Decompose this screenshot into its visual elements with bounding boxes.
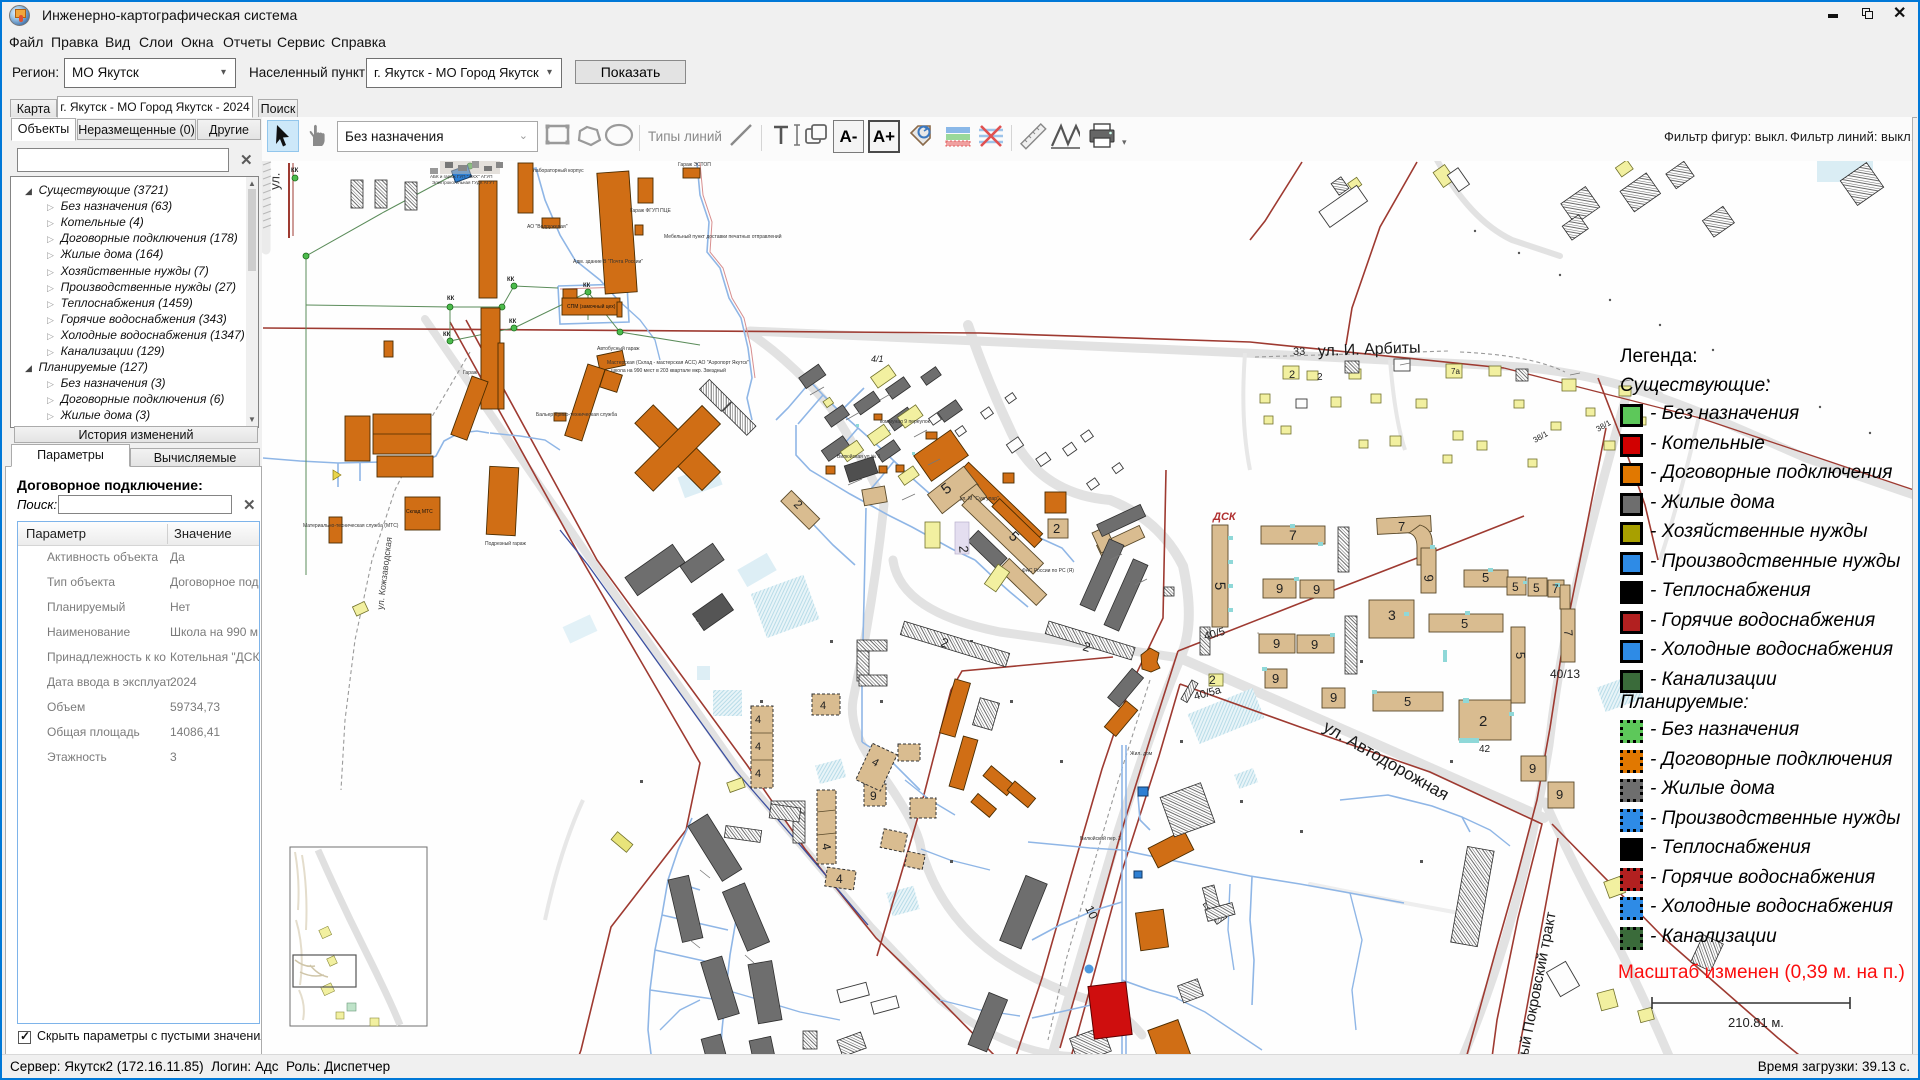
svg-text:Подрезный гараж: Подрезный гараж <box>485 540 527 547</box>
svg-text:4: 4 <box>755 714 761 726</box>
svg-text:КК: КК <box>509 319 517 325</box>
svg-text:3: 3 <box>1388 607 1396 623</box>
svg-text:5: 5 <box>1404 694 1411 709</box>
svg-text:4: 4 <box>755 768 761 780</box>
svg-text:школа на 990 мест в 203 кварта: школа на 990 мест в 203 квартале мкр. Зв… <box>611 367 726 374</box>
svg-text:7: 7 <box>1552 582 1559 596</box>
svg-text:9: 9 <box>1276 581 1283 596</box>
svg-text:5: 5 <box>1461 616 1468 631</box>
svg-text:9: 9 <box>1311 637 1318 652</box>
svg-text:7: 7 <box>1289 527 1297 543</box>
svg-text:Электрокотельная ГУДК АГУТ: Электрокотельная ГУДК АГУТ <box>432 180 495 185</box>
svg-text:Мебельный пункт доставки печат: Мебельный пункт доставки печатных отправ… <box>664 233 782 240</box>
svg-text:2: 2 <box>1289 369 1295 381</box>
svg-text:КК: КК <box>443 332 451 338</box>
svg-text:Вилюйская ул № 1: Вилюйская ул № 1 <box>837 453 881 460</box>
svg-text:2: 2 <box>1053 521 1060 536</box>
svg-text:Гараж: Гараж <box>463 370 478 376</box>
svg-text:7: 7 <box>1398 519 1405 534</box>
svg-text:Автобусный гараж: Автобусный гараж <box>597 345 640 352</box>
svg-text:210.81 м.: 210.81 м. <box>1728 1015 1784 1030</box>
svg-text:2: 2 <box>956 545 972 554</box>
svg-text:КК: КК <box>447 296 455 302</box>
svg-text:АО "Водружевая": АО "Водружевая" <box>527 224 568 230</box>
svg-text:Вилюйский пер. 3: Вилюйский пер. 3 <box>1080 835 1121 842</box>
svg-text:Мастерская (Склад - мастерская: Мастерская (Склад - мастерская АСС) АО "… <box>607 360 749 366</box>
svg-text:9: 9 <box>1529 761 1536 776</box>
svg-text:СПМ (замочный цех): СПМ (замочный цех) <box>567 303 616 310</box>
svg-text:Гараж ЭСТОП: Гараж ЭСТОП <box>678 162 711 168</box>
svg-text:лабораторный корпус: лабораторный корпус <box>533 167 584 174</box>
svg-text:4/1: 4/1 <box>871 354 884 364</box>
svg-text:9: 9 <box>1273 636 1280 651</box>
svg-text:5: 5 <box>1482 570 1489 585</box>
svg-text:9: 9 <box>870 789 877 803</box>
svg-text:КК: КК <box>291 168 299 174</box>
svg-text:Адм. здание В "Почта России": Адм. здание В "Почта России" <box>573 259 643 265</box>
svg-text:Материально-техническая служба: Материально-техническая служба (МТС) <box>303 523 399 529</box>
svg-text:Гараж ФГУП ПЦЕ: Гараж ФГУП ПЦЕ <box>630 208 671 214</box>
svg-text:5: 5 <box>1533 581 1540 595</box>
svg-text:9: 9 <box>1421 574 1437 583</box>
svg-text:2: 2 <box>1209 673 1216 687</box>
svg-text:9: 9 <box>1556 787 1563 802</box>
svg-text:Бальер Криво-техническая служб: Бальер Криво-техническая служба <box>536 412 617 418</box>
svg-text:9: 9 <box>1272 671 1279 686</box>
svg-text:42: 42 <box>1479 744 1491 755</box>
svg-text:Жил. дом: Жил. дом <box>1130 751 1153 757</box>
svg-text:ул. И. Арбиты: ул. И. Арбиты <box>1318 339 1421 360</box>
svg-text:ФАС России по РС (Я): ФАС России по РС (Я) <box>1022 568 1074 574</box>
svg-text:5: 5 <box>1512 580 1519 594</box>
svg-text:40/13: 40/13 <box>1550 667 1580 681</box>
svg-text:ул. М "Сунгулар": ул. М "Сунгулар" <box>960 496 999 502</box>
svg-text:коммунал 9 переулок: коммунал 9 переулок <box>880 419 931 425</box>
svg-text:33: 33 <box>1293 346 1305 358</box>
svg-text:2: 2 <box>1317 372 1323 383</box>
svg-text:9: 9 <box>1313 582 1320 597</box>
svg-text:КК: КК <box>583 283 591 289</box>
svg-text:Склад МТС: Склад МТС <box>406 509 433 515</box>
svg-text:4: 4 <box>820 700 826 712</box>
svg-text:9: 9 <box>1330 690 1337 705</box>
svg-text:2: 2 <box>1479 713 1487 730</box>
svg-text:5: 5 <box>1211 582 1228 591</box>
svg-text:АБК и гараж ГУП "ЖКХ" АГУП: АБК и гараж ГУП "ЖКХ" АГУП <box>430 174 492 179</box>
svg-text:7а: 7а <box>1451 367 1460 376</box>
svg-text:5: 5 <box>1513 652 1528 660</box>
svg-text:4: 4 <box>755 741 761 753</box>
svg-text:ул.: ул. <box>267 172 283 190</box>
svg-text:4: 4 <box>836 872 843 886</box>
svg-text:КК: КК <box>507 277 515 283</box>
svg-text:ДСК: ДСК <box>1212 511 1237 523</box>
